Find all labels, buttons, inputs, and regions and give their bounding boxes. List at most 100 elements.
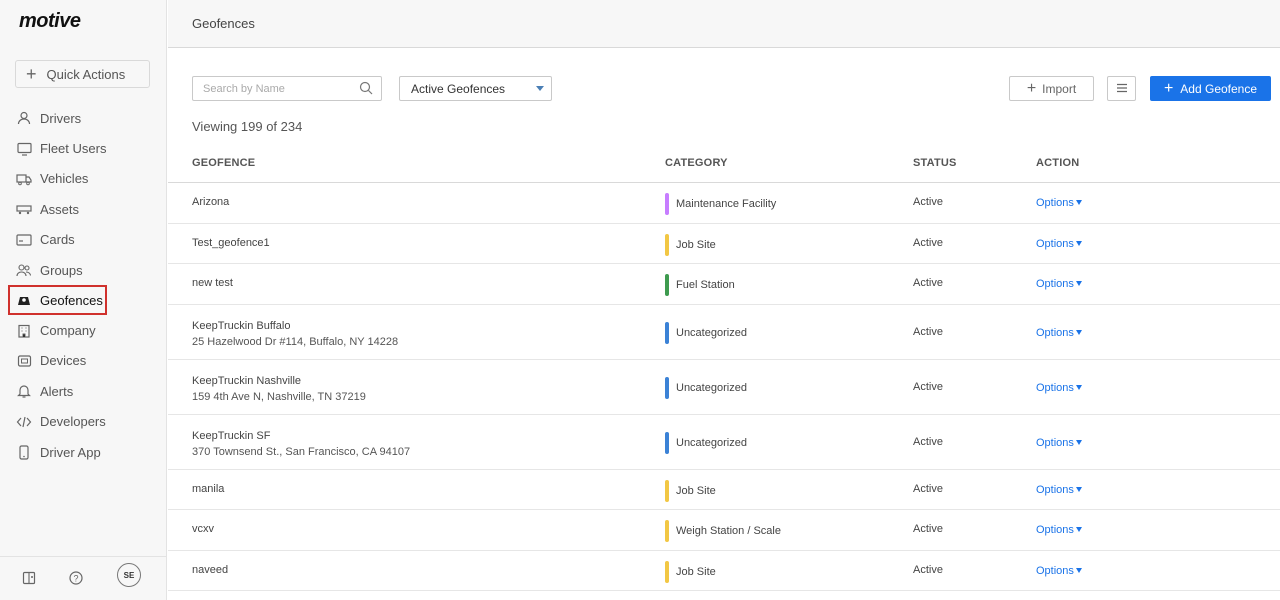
help-icon[interactable]: ?	[69, 571, 83, 588]
options-dropdown[interactable]: Options	[1036, 565, 1082, 577]
sidebar-nav: Drivers Fleet Users Vehicles Assets Card…	[8, 103, 158, 467]
options-dropdown[interactable]: Options	[1036, 197, 1082, 209]
options-dropdown[interactable]: Options	[1036, 524, 1082, 536]
caret-down-icon	[1075, 527, 1082, 532]
options-dropdown[interactable]: Options	[1036, 437, 1082, 449]
geofence-name: manila	[192, 482, 225, 495]
options-dropdown[interactable]: Options	[1036, 278, 1082, 290]
code-icon	[16, 414, 32, 430]
book-icon[interactable]	[22, 571, 36, 588]
category-label: Fuel Station	[676, 279, 735, 291]
sidebar: motive + Quick Actions Drivers Fleet Use…	[0, 0, 167, 600]
sidebar-item-assets[interactable]: Assets	[8, 194, 158, 224]
category-color-bar	[665, 321, 669, 344]
geofence-address: 25 Hazelwood Dr #114, Buffalo, NY 14228	[192, 336, 399, 348]
sidebar-item-vehicles[interactable]: Vehicles	[8, 164, 158, 194]
table-row: KeepTruckin Nashville 159 4th Ave N, Nash…	[168, 360, 1280, 415]
sidebar-item-developers[interactable]: Developers	[8, 407, 158, 437]
caret-down-icon	[1075, 281, 1082, 286]
caret-down-icon	[1075, 486, 1082, 492]
import-button[interactable]: + Import	[1009, 76, 1094, 101]
caret-down-icon	[1075, 240, 1082, 246]
category-label: Uncategorized	[676, 326, 747, 339]
phone-icon	[16, 444, 32, 460]
quick-actions-button[interactable]: + Quick Actions	[15, 60, 150, 88]
sidebar-item-drivers[interactable]: Drivers	[8, 103, 158, 133]
sidebar-item-company[interactable]: Company	[8, 315, 158, 345]
sidebar-item-label: Drivers	[40, 110, 82, 126]
page-header: Geofences	[168, 0, 1280, 48]
bell-icon	[16, 383, 32, 399]
category-cell: Uncategorized	[665, 431, 747, 454]
truck-icon	[16, 171, 32, 187]
viewing-count: Viewing 199 of 234	[192, 119, 303, 134]
caret-down-icon	[1075, 384, 1082, 390]
options-dropdown[interactable]: Options	[1036, 382, 1082, 394]
geofence-table-body: Arizona Maintenance Facility Active Opti…	[168, 183, 1280, 591]
geofence-name: vcxv	[192, 523, 214, 535]
geofence-address: 159 4th Ave N, Nashville, TN 37219	[192, 391, 366, 403]
options-dropdown[interactable]: Options	[1036, 327, 1082, 339]
add-geofence-button[interactable]: + Add Geofence	[1150, 76, 1271, 101]
sidebar-item-label: Cards	[40, 232, 75, 248]
category-cell: Job Site	[665, 560, 716, 583]
column-header-geofence[interactable]: GEOFENCE	[192, 157, 255, 169]
caret-down-icon	[1075, 200, 1082, 205]
search-input[interactable]	[203, 77, 353, 100]
motive-logo[interactable]: motive	[19, 10, 81, 33]
sidebar-item-geofences[interactable]: Geofences	[8, 285, 107, 316]
sidebar-item-cards[interactable]: Cards	[8, 225, 158, 255]
geofence-filter-select[interactable]: Active Geofences	[399, 76, 552, 101]
search-box[interactable]	[192, 76, 382, 101]
table-row: Arizona Maintenance Facility Active Opti…	[168, 183, 1280, 224]
sidebar-item-groups[interactable]: Groups	[8, 255, 158, 285]
category-color-bar	[665, 560, 669, 583]
category-label: Job Site	[676, 484, 716, 497]
options-dropdown[interactable]: Options	[1036, 238, 1082, 250]
options-dropdown[interactable]: Options	[1036, 484, 1082, 496]
status-text: Active	[913, 236, 943, 249]
sidebar-item-label: Geofences	[40, 292, 103, 308]
sidebar-item-driver-app[interactable]: Driver App	[8, 437, 158, 467]
column-header-action: ACTION	[1036, 157, 1080, 169]
sidebar-item-fleet-users[interactable]: Fleet Users	[8, 133, 158, 163]
category-label: Uncategorized	[676, 381, 747, 394]
table-row: manila Job Site Active Options	[168, 470, 1280, 510]
sidebar-item-label: Devices	[40, 353, 87, 369]
geofence-name: new test	[192, 277, 233, 289]
search-icon[interactable]	[359, 81, 373, 98]
category-label: Uncategorized	[676, 436, 747, 449]
sidebar-item-label: Developers	[40, 414, 106, 430]
category-label: Job Site	[676, 238, 716, 251]
sidebar-item-label: Vehicles	[40, 171, 89, 187]
users-icon	[16, 262, 32, 278]
status-text: Active	[913, 380, 943, 393]
plus-icon: +	[26, 64, 37, 84]
category-color-bar	[665, 520, 669, 542]
category-cell: Maintenance Facility	[665, 193, 776, 215]
geofence-name: KeepTruckin Buffalo 25 Hazelwood Dr #114,…	[192, 318, 398, 351]
sidebar-item-alerts[interactable]: Alerts	[8, 376, 158, 406]
category-color-bar	[665, 479, 669, 502]
sidebar-item-devices[interactable]: Devices	[8, 346, 158, 376]
caret-down-icon	[536, 86, 544, 91]
category-cell: Weigh Station / Scale	[665, 520, 781, 542]
table-row: Test_geofence1 Job Site Active Options	[168, 224, 1280, 264]
caret-down-icon	[1075, 439, 1082, 445]
avatar[interactable]: SE	[117, 563, 141, 587]
geofence-name: KeepTruckin Nashville 159 4th Ave N, Nash…	[192, 373, 366, 406]
category-color-bar	[665, 431, 669, 454]
status-text: Active	[913, 196, 943, 208]
column-header-category[interactable]: CATEGORY	[665, 157, 728, 169]
category-color-bar	[665, 193, 669, 215]
category-cell: Uncategorized	[665, 376, 747, 399]
filter-value: Active Geofences	[411, 81, 506, 96]
column-menu-button[interactable]	[1107, 76, 1136, 101]
sidebar-item-label: Groups	[40, 262, 83, 278]
device-icon	[16, 353, 32, 369]
quick-actions-label: Quick Actions	[46, 66, 126, 82]
status-text: Active	[913, 523, 943, 535]
monitor-icon	[16, 141, 32, 157]
column-header-status[interactable]: STATUS	[913, 157, 957, 169]
category-cell: Uncategorized	[665, 321, 747, 344]
